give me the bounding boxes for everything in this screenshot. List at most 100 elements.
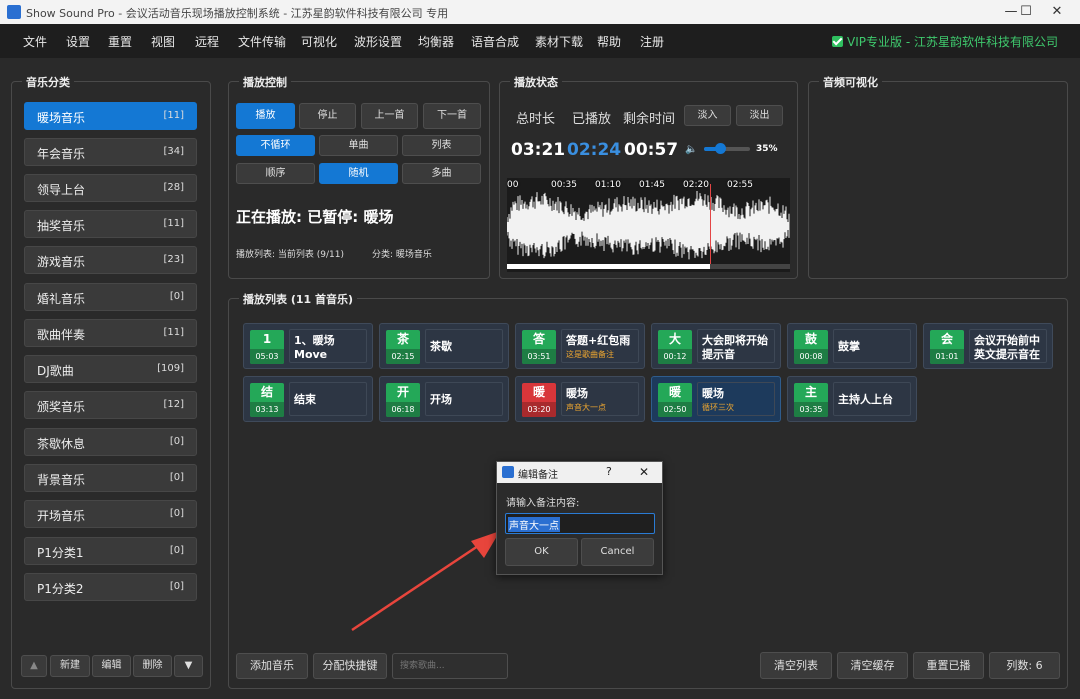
list-loop-toggle[interactable]: 列表 [402, 135, 481, 156]
track-initial: 结 [260, 385, 273, 399]
ok-button[interactable]: OK [505, 538, 578, 566]
stop-button[interactable]: 停止 [299, 103, 356, 129]
reset-played-button[interactable]: 重置已播 [913, 652, 984, 679]
random-toggle[interactable]: 随机 [319, 163, 398, 184]
menu-help[interactable]: 帮助 [597, 33, 621, 50]
playlist-tile[interactable]: 鼓 00:08 鼓掌 [787, 323, 917, 369]
category-item[interactable]: 背景音乐 [0] [24, 464, 197, 492]
add-music-button[interactable]: 添加音乐 [236, 653, 308, 679]
playlist-tile[interactable]: 会 01:01 会议开始前中 英文提示音在 [923, 323, 1053, 369]
title-bar: Show Sound Pro - 会议活动音乐现场播放控制系统 - 江苏星韵软件… [0, 0, 1080, 24]
timeline-tick: 02:55 [727, 180, 753, 190]
category-name: DJ歌曲 [37, 364, 74, 378]
category-item[interactable]: P1分类1 [0] [24, 537, 197, 565]
track-title: 主持人上台 [838, 393, 893, 406]
track-duration: 01:01 [930, 349, 964, 364]
delete-category-button[interactable]: 删除 [133, 655, 172, 677]
previous-button[interactable]: 上一首 [361, 103, 418, 129]
menu-equalizer[interactable]: 均衡器 [418, 33, 454, 50]
menu-file[interactable]: 文件 [23, 33, 47, 50]
playback-cursor[interactable] [710, 184, 711, 266]
played-time: 02:24 [567, 140, 622, 160]
search-input[interactable] [392, 653, 508, 679]
menu-file-transfer[interactable]: 文件传输 [238, 33, 286, 50]
category-item[interactable]: 暖场音乐 [11] [24, 102, 197, 130]
category-item[interactable]: 抽奖音乐 [11] [24, 210, 197, 238]
menu-tts[interactable]: 语音合成 [471, 33, 519, 50]
menu-visualize[interactable]: 可视化 [301, 33, 337, 50]
waveform-view[interactable]: 00 00:35 01:10 01:45 02:20 02:55 [507, 178, 790, 272]
timeline-tick: 00 [507, 180, 519, 190]
app-logo-icon [7, 5, 21, 19]
category-item[interactable]: 茶歇休息 [0] [24, 428, 197, 456]
menu-waveform[interactable]: 波形设置 [354, 33, 402, 50]
playlist-tile[interactable]: 茶 02:15 茶歇 [379, 323, 509, 369]
category-name: 年会音乐 [37, 147, 86, 161]
move-down-button[interactable]: ▼ [174, 655, 203, 677]
close-button[interactable]: ✕ [1034, 0, 1080, 24]
progress-track[interactable] [507, 264, 790, 269]
playlist-tile[interactable]: 答 03:51 答题+红包雨 这是歌曲备注 [515, 323, 645, 369]
category-item[interactable]: 年会音乐 [34] [24, 138, 197, 166]
playlist-tile[interactable]: 大 00:12 大会即将开始 提示音 [651, 323, 781, 369]
help-icon[interactable]: ? [606, 465, 612, 478]
assign-hotkey-button[interactable]: 分配快捷键 [313, 653, 387, 679]
timeline-tick: 02:20 [683, 180, 709, 190]
fade-out-button[interactable]: 淡出 [736, 105, 783, 126]
menu-bar: 文件 设置 重置 视图 远程 文件传输 可视化 波形设置 均衡器 语音合成 素材… [0, 24, 1080, 58]
category-item[interactable]: P1分类2 [0] [24, 573, 197, 601]
menu-settings[interactable]: 设置 [66, 33, 90, 50]
columns-button[interactable]: 列数: 6 [989, 652, 1060, 679]
category-item[interactable]: 开场音乐 [0] [24, 500, 197, 528]
note-input[interactable]: 声音大一点 [505, 513, 655, 534]
category-item[interactable]: 歌曲伴奏 [11] [24, 319, 197, 347]
menu-remote[interactable]: 远程 [195, 33, 219, 50]
category-item[interactable]: 领导上台 [28] [24, 174, 197, 202]
multi-toggle[interactable]: 多曲 [402, 163, 481, 184]
track-info: 暖场 循环三次 [697, 382, 775, 416]
track-info: 暖场 声音大一点 [561, 382, 639, 416]
menu-view[interactable]: 视图 [151, 33, 175, 50]
fade-in-button[interactable]: 淡入 [684, 105, 731, 126]
menu-reset[interactable]: 重置 [108, 33, 132, 50]
move-up-button[interactable]: ▲ [21, 655, 47, 677]
track-title: 茶歇 [430, 340, 452, 353]
track-badge: 主 03:35 [794, 383, 828, 417]
playlist-tile[interactable]: 暖 03:20 暖场 声音大一点 [515, 376, 645, 422]
menu-download[interactable]: 素材下载 [535, 33, 583, 50]
category-item[interactable]: DJ歌曲 [109] [24, 355, 197, 383]
playlist-tile[interactable]: 结 03:13 结束 [243, 376, 373, 422]
track-info: 茶歇 [425, 329, 503, 363]
timeline-tick: 01:45 [639, 180, 665, 190]
category-count: [11] [163, 327, 184, 338]
track-badge: 会 01:01 [930, 330, 964, 364]
category-item[interactable]: 颁奖音乐 [12] [24, 391, 197, 419]
next-button[interactable]: 下一首 [423, 103, 481, 129]
playlist-tile[interactable]: 1 05:03 1、暖场 Move [243, 323, 373, 369]
cancel-button[interactable]: Cancel [581, 538, 654, 566]
clear-cache-button[interactable]: 清空缓存 [837, 652, 908, 679]
playlist-tile[interactable]: 暖 02:50 暖场 循环三次 [651, 376, 781, 422]
playlist-tile[interactable]: 开 06:18 开场 [379, 376, 509, 422]
volume-slider[interactable] [704, 143, 750, 154]
category-item[interactable]: 游戏音乐 [23] [24, 246, 197, 274]
visualization-panel-title: 音频可视化 [819, 74, 882, 90]
waveform-graphic [507, 190, 790, 260]
single-loop-toggle[interactable]: 单曲 [319, 135, 398, 156]
visualization-panel: 音频可视化 [808, 74, 1068, 279]
track-title: 暖场 [702, 387, 724, 400]
playlist-tile[interactable]: 主 03:35 主持人上台 [787, 376, 917, 422]
timeline-ticks: 00 00:35 01:10 01:45 02:20 02:55 [507, 180, 790, 190]
no-loop-toggle[interactable]: 不循环 [236, 135, 315, 156]
menu-register[interactable]: 注册 [640, 33, 664, 50]
play-button[interactable]: 播放 [236, 103, 295, 129]
sequential-toggle[interactable]: 顺序 [236, 163, 315, 184]
clear-list-button[interactable]: 清空列表 [760, 652, 832, 679]
dialog-close-button[interactable]: ✕ [639, 465, 649, 479]
new-category-button[interactable]: 新建 [50, 655, 90, 677]
edit-category-button[interactable]: 编辑 [92, 655, 131, 677]
category-count: [34] [163, 146, 184, 157]
category-item[interactable]: 婚礼音乐 [0] [24, 283, 197, 311]
track-info: 结束 [289, 382, 367, 416]
volume-icon: 🔈 [685, 144, 698, 155]
